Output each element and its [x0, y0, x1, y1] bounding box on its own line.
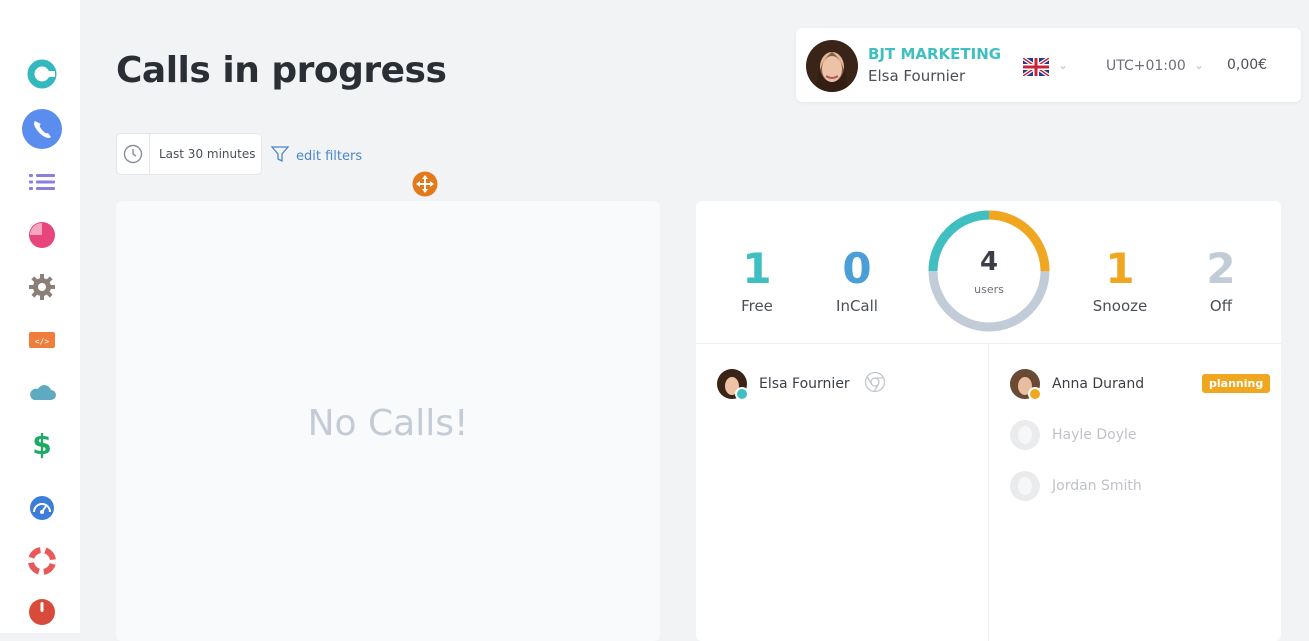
- gauge-icon[interactable]: [22, 488, 62, 528]
- sidebar: </> $: [0, 0, 80, 633]
- lifebuoy-icon[interactable]: [22, 541, 62, 581]
- balance: 0,00€: [1227, 57, 1268, 73]
- gear-icon[interactable]: [22, 267, 62, 307]
- account-user-name: Elsa Fournier: [868, 67, 966, 85]
- logo-icon[interactable]: [22, 54, 62, 94]
- filter-funnel-icon: [270, 144, 290, 168]
- stat-incall[interactable]: 0 InCall: [812, 244, 902, 316]
- stat-off[interactable]: 2 Off: [1176, 244, 1266, 316]
- move-handle-icon[interactable]: [412, 171, 438, 197]
- page-title: Calls in progress: [116, 50, 447, 91]
- clock-icon: [123, 144, 143, 164]
- snooze-label: Snooze: [1092, 297, 1148, 315]
- users-panel: 1 Free 0 InCall 4 users 1 Snooze 2 Off E…: [696, 201, 1281, 641]
- incall-count: 0: [842, 244, 872, 293]
- chrome-icon: [864, 371, 886, 397]
- user-row[interactable]: Elsa Fournier: [717, 369, 886, 401]
- user-name: Anna Durand: [1052, 376, 1145, 392]
- calls-panel: No Calls!: [116, 201, 660, 641]
- avatar: [1010, 369, 1042, 401]
- user-name: Jordan Smith: [1052, 478, 1142, 494]
- total-users-label: users: [974, 283, 1004, 296]
- edit-filters-link[interactable]: edit filters: [270, 144, 362, 168]
- list-icon[interactable]: [22, 162, 62, 202]
- user-row[interactable]: Jordan Smith: [1010, 471, 1142, 501]
- off-label: Off: [1209, 297, 1233, 315]
- status-dot-snooze: [1028, 387, 1042, 401]
- phone-icon[interactable]: [22, 109, 62, 149]
- no-calls-message: No Calls!: [307, 403, 469, 444]
- language-chevron-down-icon[interactable]: ⌄: [1058, 58, 1068, 72]
- time-range-filter[interactable]: Last 30 minutes: [116, 133, 262, 175]
- snooze-count: 1: [1105, 244, 1135, 293]
- off-count: 2: [1206, 244, 1236, 293]
- user-row[interactable]: Anna Durand: [1010, 369, 1145, 401]
- cloud-icon[interactable]: [22, 372, 62, 412]
- planning-badge[interactable]: planning: [1202, 374, 1271, 393]
- svg-text:</>: </>: [35, 337, 50, 346]
- pie-chart-icon[interactable]: [22, 215, 62, 255]
- incall-label: InCall: [836, 297, 878, 315]
- stat-snooze[interactable]: 1 Snooze: [1075, 244, 1165, 316]
- stat-free[interactable]: 1 Free: [712, 244, 802, 316]
- filter-divider: [149, 134, 150, 174]
- account-card: BJT MARKETING Elsa Fournier ⌄ UTC+01:00 …: [796, 28, 1301, 102]
- code-icon[interactable]: </>: [22, 320, 62, 360]
- panel-divider-vertical: [988, 343, 989, 641]
- company-name: BJT MARKETING: [868, 45, 1002, 63]
- avatar[interactable]: [806, 40, 858, 92]
- user-row[interactable]: Hayle Doyle: [1010, 420, 1136, 450]
- avatar: [1010, 420, 1040, 450]
- timezone-chevron-down-icon[interactable]: ⌄: [1194, 58, 1204, 72]
- status-dot-free: [735, 387, 749, 401]
- avatar: [1010, 471, 1040, 501]
- avatar: [717, 369, 749, 401]
- free-label: Free: [741, 297, 773, 315]
- timezone-selector[interactable]: UTC+01:00: [1106, 58, 1186, 74]
- time-range-label: Last 30 minutes: [159, 147, 256, 161]
- user-name: Hayle Doyle: [1052, 427, 1137, 443]
- power-icon[interactable]: [22, 592, 62, 632]
- total-users-count: 4: [979, 247, 999, 277]
- user-name: Elsa Fournier: [759, 376, 850, 392]
- dollar-icon[interactable]: $: [22, 424, 62, 464]
- edit-filters-label: edit filters: [296, 148, 363, 164]
- flag-uk-icon[interactable]: [1021, 56, 1051, 78]
- free-count: 1: [742, 244, 772, 293]
